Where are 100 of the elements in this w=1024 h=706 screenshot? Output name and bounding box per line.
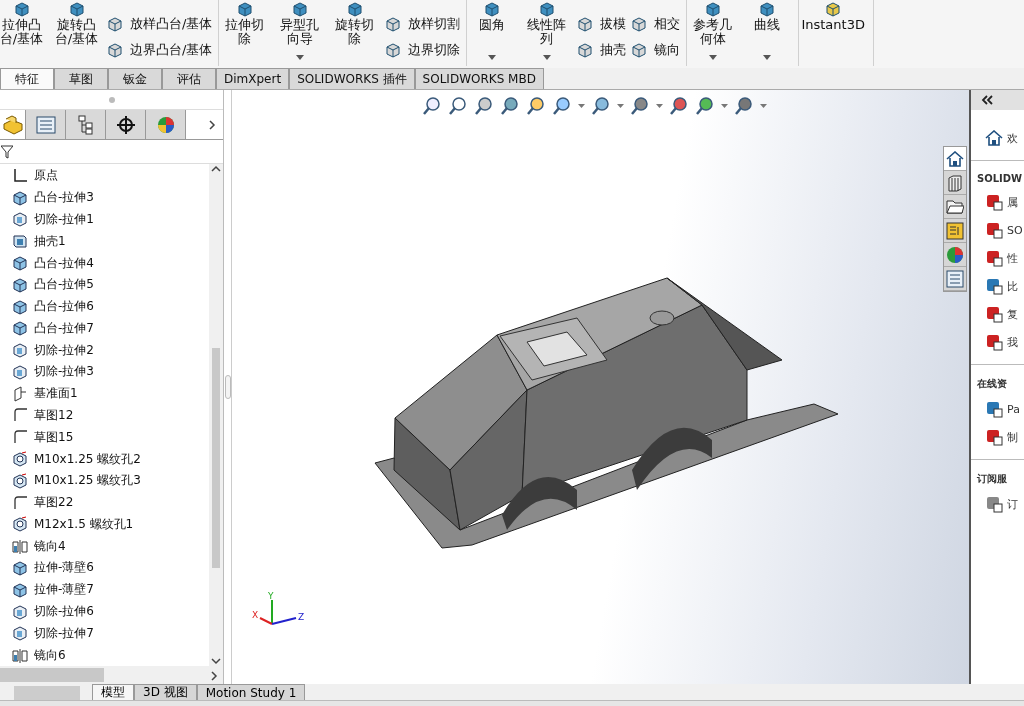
caret-icon[interactable] [542, 55, 551, 60]
extrude-icon [12, 320, 28, 337]
hierarchy-icon[interactable] [76, 114, 95, 135]
caret-icon[interactable] [488, 55, 497, 60]
tree-item[interactable]: 凸台-拉伸7 [0, 317, 209, 340]
task-pane-item[interactable]: 比 [971, 272, 1024, 300]
zoom-fit-icon[interactable] [422, 96, 442, 116]
list-icon[interactable] [35, 115, 56, 134]
tree-item[interactable]: 切除-拉伸7 [0, 622, 209, 645]
caret-icon[interactable] [578, 104, 585, 108]
task-pane-item[interactable]: SO [971, 216, 1024, 244]
task-pane-item[interactable]: 性 [971, 244, 1024, 272]
task-pane-item[interactable]: 复 [971, 300, 1024, 328]
block-icon [12, 0, 31, 18]
app-icon [985, 249, 1003, 267]
tree-item[interactable]: M12x1.5 螺纹孔1 [0, 513, 209, 536]
caret-icon[interactable] [295, 55, 304, 60]
origin-icon [12, 167, 28, 184]
crosshair-icon[interactable] [115, 114, 136, 135]
toolbar-button[interactable]: 异型孔向导 [274, 0, 326, 66]
toolbar-button[interactable]: 参考几何体 [687, 0, 739, 66]
chevron-right-icon[interactable] [207, 119, 217, 130]
command-tab[interactable]: SOLIDWORKS 插件 [289, 68, 415, 89]
toolbar-button[interactable]: 拉伸凸台/基体 [0, 0, 47, 66]
task-pane-item[interactable]: Pa [971, 395, 1024, 423]
scroll-up-icon[interactable] [211, 164, 221, 174]
zoom-area-icon[interactable] [448, 96, 468, 116]
caret-icon[interactable] [617, 104, 624, 108]
app-icon [985, 428, 1003, 446]
toolbar-button[interactable]: 边界切除 [384, 40, 461, 60]
task-pane-item[interactable]: 制 [971, 423, 1024, 451]
color-ball-icon[interactable] [155, 114, 176, 135]
block-icon [106, 41, 124, 59]
caret-icon[interactable] [721, 104, 728, 108]
scrollbar-thumb[interactable] [0, 668, 104, 682]
task-pane-item[interactable]: 欢 [971, 124, 1024, 152]
toolbar-button[interactable]: 相交 [630, 14, 681, 34]
tree-item[interactable]: 镜向6 [0, 644, 209, 666]
toolbar-button[interactable]: 曲线 [742, 0, 793, 66]
toolbar-button[interactable]: 拔模 [576, 14, 627, 34]
command-tab[interactable]: 评估 [162, 68, 216, 89]
tree-item-label: 凸台-拉伸3 [34, 189, 94, 207]
toolbar-button[interactable]: 抽壳 [576, 40, 627, 60]
toolbar-button[interactable]: 放样凸台/基体 [106, 14, 213, 34]
tree-item-label: 切除-拉伸3 [34, 363, 94, 381]
tree-item-label: 草图12 [34, 407, 74, 424]
caret-icon[interactable] [656, 104, 663, 108]
tree-item[interactable]: 抽壳1 [0, 230, 209, 253]
command-tab[interactable]: DimXpert [216, 68, 290, 89]
model-tab[interactable]: 3D 视图 [134, 684, 197, 700]
tree-item[interactable]: 基准面1 [0, 382, 209, 405]
tree-item[interactable]: M10x1.25 螺纹孔3 [0, 469, 209, 492]
command-tab[interactable]: SOLIDWORKS MBD [414, 68, 544, 89]
toolbar-button[interactable]: Instant3D [799, 0, 867, 66]
model-tab[interactable]: Motion Study 1 [196, 684, 306, 700]
model-tab[interactable]: 模型 [92, 684, 134, 700]
tree-item[interactable]: 草图12 [0, 404, 209, 427]
tree-item[interactable]: 拉伸-薄壁7 [0, 578, 209, 601]
scroll-down-icon[interactable] [211, 656, 221, 666]
home-icon[interactable] [985, 130, 1003, 146]
tree-item[interactable]: 切除-拉伸1 [0, 208, 209, 231]
tree-item[interactable]: 切除-拉伸6 [0, 600, 209, 623]
filter-icon[interactable] [1, 144, 13, 159]
collapse-icon[interactable] [981, 95, 993, 105]
toolbar-button[interactable]: 圆角 [467, 0, 518, 66]
tree-item-label: 凸台-拉伸5 [34, 276, 94, 294]
tree-item[interactable]: 切除-拉伸3 [0, 361, 209, 383]
toolbar-button[interactable]: 拉伸切除 [219, 0, 271, 66]
toolbar-button[interactable]: 线性阵列 [521, 0, 573, 66]
toolbar-button[interactable]: 边界凸台/基体 [106, 40, 213, 60]
command-tab[interactable]: 草图 [54, 68, 108, 89]
tree-item[interactable]: 凸台-拉伸5 [0, 273, 209, 296]
tree-item[interactable]: 草图15 [0, 426, 209, 449]
command-tab[interactable]: 钣金 [108, 68, 162, 89]
toolbar-button[interactable]: 旋转凸台/基体 [51, 0, 102, 66]
grip-handle[interactable] [108, 96, 115, 103]
task-pane-item[interactable]: 订 [971, 490, 1024, 518]
caret-icon[interactable] [760, 104, 767, 108]
tree-item[interactable]: 拉伸-薄壁6 [0, 557, 209, 579]
tree-item[interactable]: 凸台-拉伸3 [0, 186, 209, 209]
tree-item[interactable]: M10x1.25 螺纹孔2 [0, 448, 209, 470]
tree-item[interactable]: 镜向4 [0, 535, 209, 558]
task-pane-item[interactable]: 属 [971, 188, 1024, 216]
splitter-handle[interactable] [224, 375, 231, 399]
scroll-right-icon[interactable] [209, 670, 219, 681]
command-tab[interactable]: 特征 [0, 68, 54, 89]
toolbar-button[interactable]: 旋转切除 [329, 0, 381, 66]
caret-icon[interactable] [708, 55, 717, 60]
toolbar-button[interactable]: 放样切割 [384, 14, 461, 34]
tree-item[interactable]: 凸台-拉伸4 [0, 252, 209, 274]
manager-tab[interactable] [106, 110, 146, 139]
tree-item[interactable]: 草图22 [0, 491, 209, 514]
manager-tab[interactable] [66, 110, 106, 139]
scrollbar-thumb[interactable] [212, 348, 220, 568]
caret-icon[interactable] [763, 55, 772, 60]
tree-item[interactable]: 凸台-拉伸6 [0, 295, 209, 318]
toolbar-button[interactable]: 镜向 [630, 40, 681, 60]
tree-item[interactable]: 切除-拉伸2 [0, 339, 209, 362]
tree-item[interactable]: 原点 [0, 165, 209, 187]
task-pane-item[interactable]: 我 [971, 328, 1024, 356]
